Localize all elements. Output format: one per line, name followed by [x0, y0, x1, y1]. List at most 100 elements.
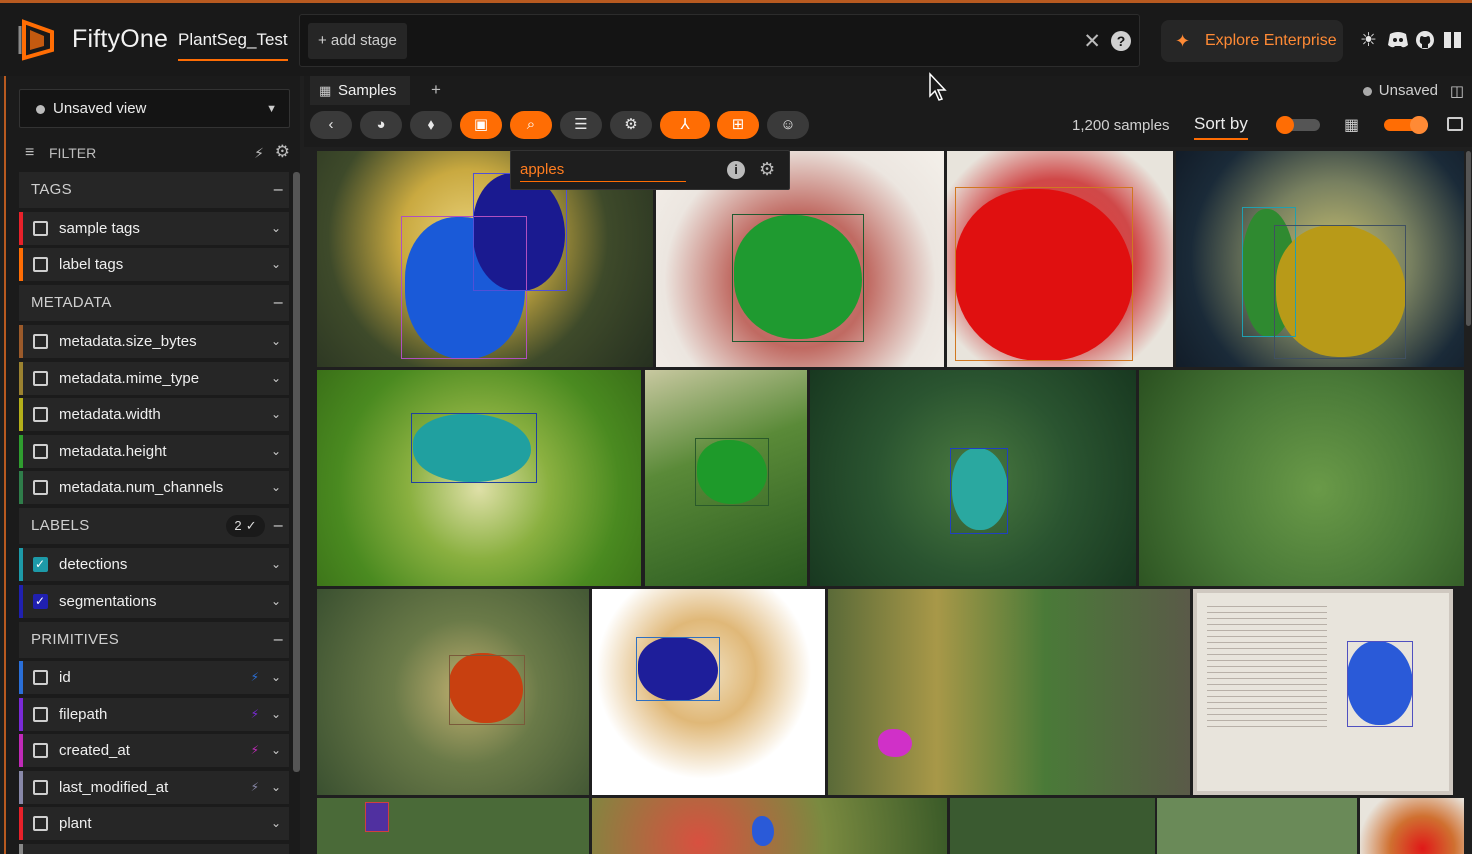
chevron-down-icon[interactable]: ⌄ — [271, 698, 281, 731]
chevron-down-icon[interactable]: ⌄ — [271, 212, 281, 245]
field-label-tags[interactable]: label tags ⌄ — [19, 248, 289, 281]
sample-tile[interactable] — [1193, 589, 1453, 795]
sample-tile[interactable] — [1176, 151, 1464, 367]
chevron-down-icon[interactable]: ⌄ — [271, 807, 281, 840]
chevron-down-icon[interactable]: ⌄ — [271, 435, 281, 468]
sample-tile[interactable] — [592, 589, 825, 795]
sample-tile[interactable] — [947, 151, 1173, 367]
sample-tile[interactable] — [317, 589, 589, 795]
checkbox[interactable] — [33, 371, 48, 386]
emoji-button[interactable]: ☺ — [767, 111, 809, 139]
sample-tile[interactable] — [645, 370, 807, 586]
sort-order-toggle[interactable] — [1276, 116, 1320, 134]
github-icon[interactable] — [1415, 30, 1435, 50]
section-tags[interactable]: TAGS – — [19, 172, 289, 208]
sample-tile[interactable] — [592, 798, 947, 854]
field-created-at[interactable]: created_at ⚡ ⌄ — [19, 734, 289, 767]
settings-button[interactable]: ⚙ — [610, 111, 652, 139]
chevron-down-icon[interactable]: ⌄ — [271, 471, 281, 504]
collapse-icon[interactable]: – — [274, 172, 283, 208]
collapse-icon[interactable]: – — [274, 508, 283, 544]
checkbox[interactable] — [33, 407, 48, 422]
chevron-down-icon[interactable]: ⌄ — [271, 325, 281, 358]
field-metadata-size-bytes[interactable]: metadata.size_bytes ⌄ — [19, 325, 289, 358]
section-metadata[interactable]: METADATA – — [19, 285, 289, 321]
gear-icon[interactable]: ⚙ — [759, 159, 775, 180]
chevron-down-icon[interactable]: ⌄ — [271, 585, 281, 618]
chevron-down-icon[interactable]: ⌄ — [271, 771, 281, 804]
checkbox[interactable] — [33, 816, 48, 831]
sample-tile[interactable] — [1360, 798, 1464, 854]
checkbox[interactable] — [33, 444, 48, 459]
field-last-modified-at[interactable]: last_modified_at ⚡ ⌄ — [19, 771, 289, 804]
lightning-icon[interactable]: ⚡ — [254, 142, 264, 164]
checkbox[interactable] — [33, 585, 48, 618]
grid-size-toggle[interactable] — [1384, 116, 1428, 134]
field-metadata-height[interactable]: metadata.height ⌄ — [19, 435, 289, 468]
collapse-icon[interactable]: – — [274, 622, 283, 658]
section-labels[interactable]: LABELS 2 ✓ – — [19, 508, 289, 544]
chevron-down-icon[interactable]: ⌄ — [271, 248, 281, 281]
sample-tile[interactable] — [1157, 798, 1357, 854]
field-segmentations[interactable]: segmentations ⌄ — [19, 585, 289, 618]
sun-icon[interactable]: ☀ — [1360, 29, 1377, 52]
view-stage-bar[interactable]: + add stage ✕ ? — [299, 14, 1140, 67]
logo-icon[interactable] — [14, 16, 60, 62]
search-input[interactable]: apples — [520, 161, 686, 182]
info-icon[interactable]: i — [727, 161, 745, 179]
sample-tile[interactable] — [950, 798, 1155, 854]
sample-tile[interactable] — [1139, 370, 1464, 586]
dataset-selector[interactable]: PlantSeg_Test — [178, 30, 288, 61]
gallery-scrollbar[interactable] — [1466, 151, 1471, 326]
checkbox[interactable] — [33, 743, 48, 758]
image-view-icon[interactable] — [1447, 117, 1463, 131]
checkbox[interactable] — [33, 480, 48, 495]
field-sample-tags[interactable]: sample tags ⌄ — [19, 212, 289, 245]
eval-button[interactable]: ⊞ — [717, 111, 759, 139]
explore-enterprise-button[interactable]: ✦ Explore Enterprise — [1161, 20, 1343, 62]
grid-icon[interactable]: ▦ — [1344, 115, 1359, 135]
chevron-down-icon[interactable]: ⌄ — [271, 734, 281, 767]
view-selector[interactable]: Unsaved view ▼ — [19, 89, 290, 128]
sample-tile[interactable] — [828, 589, 1190, 795]
layout-icon[interactable]: ◫ — [1450, 82, 1464, 100]
help-icon[interactable]: ? — [1111, 31, 1131, 51]
checkbox[interactable] — [33, 707, 48, 722]
tag-button[interactable]: ⬧ — [410, 111, 452, 139]
chevron-down-icon[interactable]: ⌄ — [271, 398, 281, 431]
search-button[interactable]: ⌕ — [510, 111, 552, 139]
checkbox[interactable] — [33, 670, 48, 685]
field-detections[interactable]: detections ⌄ — [19, 548, 289, 581]
collapse-icon[interactable]: – — [274, 285, 283, 321]
close-icon[interactable]: ✕ — [1083, 29, 1101, 54]
sample-tile[interactable] — [810, 370, 1136, 586]
sample-tile[interactable] — [317, 798, 589, 854]
patches-button[interactable]: ▣ — [460, 111, 502, 139]
checkbox[interactable] — [33, 334, 48, 349]
gear-icon[interactable]: ⚙ — [275, 141, 290, 163]
discord-icon[interactable] — [1387, 31, 1409, 49]
checkbox[interactable] — [33, 221, 48, 236]
book-icon[interactable] — [1443, 31, 1463, 49]
sort-by-button[interactable]: Sort by — [1194, 114, 1248, 140]
chevron-down-icon[interactable]: ⌄ — [271, 661, 281, 694]
tab-samples[interactable]: ▦ Samples — [310, 76, 411, 105]
sidebar-scrollbar[interactable] — [293, 172, 300, 772]
back-button[interactable]: ‹ — [310, 111, 352, 139]
sample-tile[interactable] — [317, 370, 641, 586]
field-filepath[interactable]: filepath ⚡ ⌄ — [19, 698, 289, 731]
add-stage-button[interactable]: + add stage — [308, 23, 407, 59]
chevron-down-icon[interactable]: ⌄ — [271, 548, 281, 581]
field-metadata-mime-type[interactable]: metadata.mime_type ⌄ — [19, 362, 289, 395]
add-tab-button[interactable]: + — [431, 80, 441, 100]
field-plant[interactable]: plant ⌄ — [19, 807, 289, 840]
checkbox[interactable] — [33, 257, 48, 272]
field-id[interactable]: id ⚡ ⌄ — [19, 661, 289, 694]
color-scheme-button[interactable]: ◕ — [360, 111, 402, 139]
field-metadata-num-channels[interactable]: metadata.num_channels ⌄ — [19, 471, 289, 504]
list-button[interactable]: ☰ — [560, 111, 602, 139]
field-metadata-width[interactable]: metadata.width ⌄ — [19, 398, 289, 431]
chevron-down-icon[interactable]: ⌄ — [271, 362, 281, 395]
section-primitives[interactable]: PRIMITIVES – — [19, 622, 289, 658]
labels-count-badge[interactable]: 2 ✓ — [226, 515, 265, 537]
